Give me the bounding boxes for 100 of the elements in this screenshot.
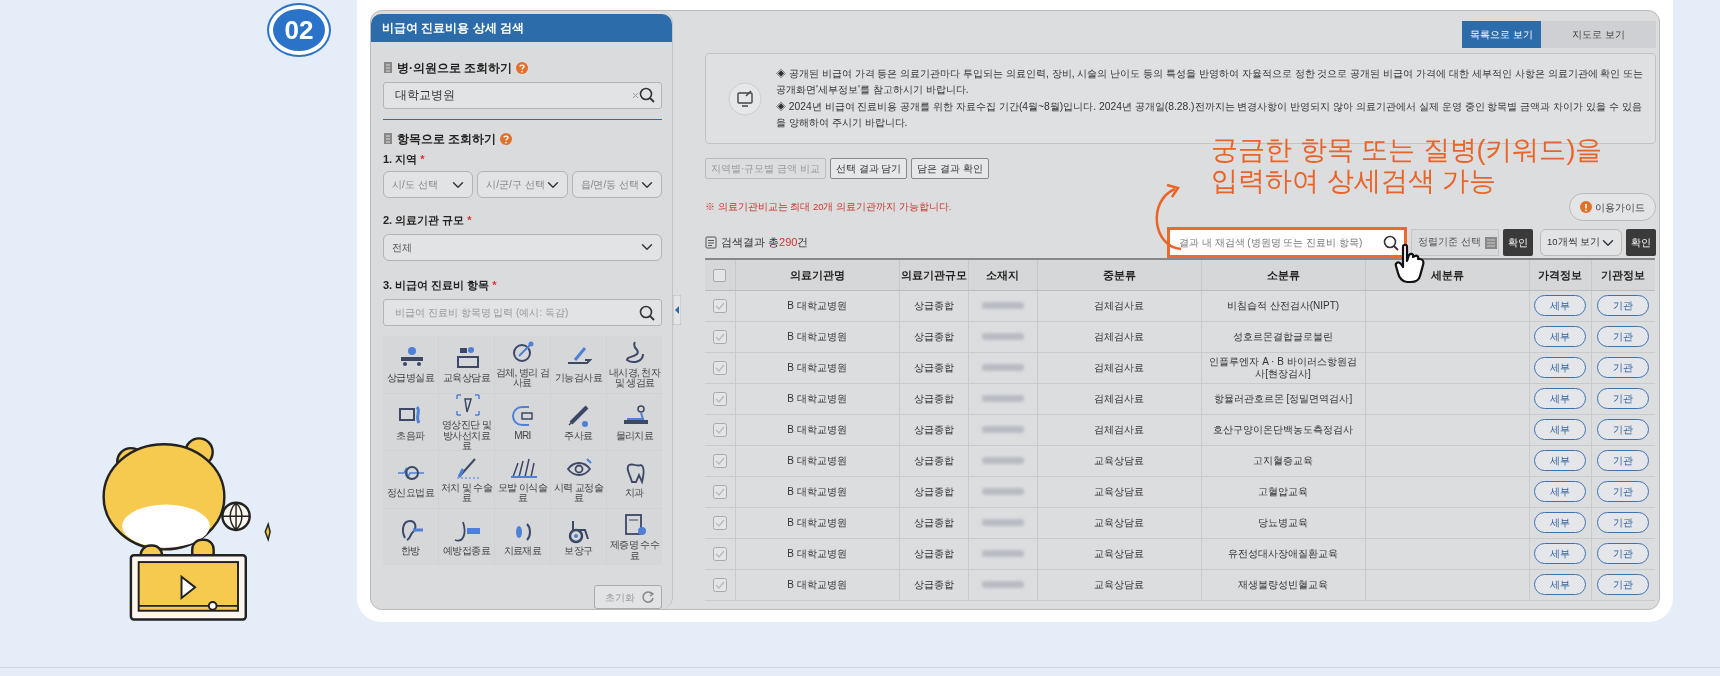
sort-select[interactable]: 정렬기준 선택 [1411,229,1499,256]
row-checkbox[interactable] [712,453,727,468]
detail-button[interactable]: 세부 [1534,574,1586,595]
action-button[interactable]: 담은 결과 확인 [911,158,989,179]
table-cell: 검체검사료 [1037,414,1201,445]
help-icon[interactable] [516,61,529,74]
table-cell: B 대학교병원 [735,414,899,445]
category-tile[interactable]: 처치 및 수술료 [439,451,494,508]
category-tile[interactable]: 초음파 [383,393,438,450]
institution-button[interactable]: 기관 [1597,450,1650,471]
result-count: 검색결과 총290건 [721,235,809,251]
category-tile[interactable]: 보장구 [551,508,606,565]
table-cell: 재생불량성빈혈교육 [1201,569,1365,600]
category-tile[interactable]: 시력 교정술료 [551,451,606,508]
redacted-mark [981,364,1024,372]
select-all-checkbox[interactable] [713,269,727,283]
category-tile[interactable]: 제증명 수수료 [607,508,662,565]
category-tile[interactable]: 치료재료 [495,508,550,565]
action-button[interactable]: 선택 결과 담기 [829,158,908,179]
redacted-mark [981,457,1024,465]
category-tile[interactable]: 상급병실료 [383,336,438,393]
row-checkbox[interactable] [712,515,727,530]
list-icon [383,61,393,74]
category-tile[interactable]: 내시경, 천자 및 생검료 [607,336,662,393]
detail-button[interactable]: 세부 [1534,512,1586,533]
category-tile[interactable]: 예방접종료 [439,508,494,565]
clear-icon[interactable] [632,91,639,99]
collapse-handle[interactable] [673,295,681,325]
detail-button[interactable]: 세부 [1534,357,1586,378]
search-icon[interactable] [1383,234,1399,251]
row-checkbox[interactable] [712,422,727,437]
detail-button[interactable]: 세부 [1534,481,1586,502]
institution-button[interactable]: 기관 [1597,357,1650,378]
hospital-search-field[interactable]: 대학교병원 [393,82,632,108]
table-cell: 호산구양이온단백농도측정검사 [1201,414,1365,445]
section-label: 병·의원으로 조회하기 [397,59,513,77]
row-checkbox[interactable] [712,360,727,375]
institution-button[interactable]: 기관 [1597,543,1650,564]
row-checkbox[interactable] [712,546,727,561]
confirm-button[interactable]: 확인 [1503,229,1533,256]
annotation-text: 입력하여 상세검색 가능 [1211,166,1497,197]
grid-icon [1484,236,1497,249]
institution-button[interactable]: 기관 [1597,512,1650,533]
category-tile[interactable]: 물리치료 [607,393,662,450]
search-icon[interactable] [639,87,655,103]
search-icon[interactable] [639,304,655,321]
detail-button[interactable]: 세부 [1534,295,1586,316]
institution-button[interactable]: 기관 [1597,419,1650,440]
column-header: 의료기관규모 [899,259,968,290]
required-mark: * [420,151,425,167]
row-checkbox[interactable] [712,391,727,406]
item-search-box[interactable]: 비급여 진료비 항목명 입력 (예시: 독감) [383,299,662,326]
table-cell: B 대학교병원 [735,569,899,600]
row-checkbox[interactable] [712,484,727,499]
institution-button[interactable]: 기관 [1597,481,1650,502]
institution-button[interactable]: 기관 [1597,574,1650,595]
confirm-button[interactable]: 확인 [1626,229,1656,256]
detail-button[interactable]: 세부 [1534,419,1586,440]
category-tile[interactable]: 검체, 병리 검사료 [495,336,550,393]
detail-button[interactable]: 세부 [1534,388,1586,409]
category-tile[interactable]: 정신요법료 [383,451,438,508]
detail-button[interactable]: 세부 [1534,450,1586,471]
category-tile[interactable]: 영상진단 및 방사선치료료 [439,393,494,450]
category-tile[interactable]: 치과 [607,451,662,508]
hospital-search-box[interactable]: 대학교병원 [383,81,662,109]
refresh-icon [641,590,655,604]
annotation-text: 궁금한 항목 또는 질병(키워드)을 [1211,135,1603,166]
view-tab[interactable]: 지도로 보기 [1541,21,1656,48]
table-cell: 검체검사료 [1037,321,1201,352]
table-cell: B 대학교병원 [735,383,899,414]
page-size-select[interactable]: 10개씩 보기 [1540,229,1622,256]
scale-select[interactable]: 전체 [383,233,662,261]
category-tile[interactable]: MRI [495,393,550,450]
guide-button[interactable]: 이용가이드 [1569,193,1656,221]
institution-button[interactable]: 기관 [1597,388,1650,409]
detail-button[interactable]: 세부 [1534,543,1586,564]
field-label: 2. 의료기관 규모 [383,213,465,228]
table-cell: 고지혈증교육 [1201,445,1365,476]
category-tile[interactable]: 기능검사료 [551,336,606,393]
column-header: 중분류 [1037,259,1201,290]
table-cell: 교육상담료 [1037,569,1201,600]
category-tile[interactable]: 주사료 [551,393,606,450]
row-checkbox[interactable] [712,298,727,313]
institution-button[interactable]: 기관 [1597,326,1650,347]
category-tile[interactable]: 모발 이식술료 [495,451,550,508]
required-mark: * [492,277,497,293]
category-tile[interactable]: 교육상담료 [439,336,494,393]
help-icon[interactable] [500,132,513,145]
row-checkbox[interactable] [712,577,727,592]
view-tab[interactable]: 목록으로 보기 [1462,21,1541,48]
category-tile[interactable]: 한방 [383,508,438,565]
detail-button[interactable]: 세부 [1534,326,1586,347]
row-checkbox[interactable] [712,329,727,344]
item-search-field[interactable]: 비급여 진료비 항목명 입력 (예시: 독감) [393,300,639,325]
table-cell: 상급종합 [899,290,968,321]
refine-search-box[interactable]: 결과 내 재검색 (병원명 또는 진료비 항목) [1167,227,1407,258]
institution-button[interactable]: 기관 [1597,295,1650,316]
list-icon [383,132,393,145]
table-cell: 상급종합 [899,507,968,538]
column-header: 가격정보 [1529,259,1591,290]
